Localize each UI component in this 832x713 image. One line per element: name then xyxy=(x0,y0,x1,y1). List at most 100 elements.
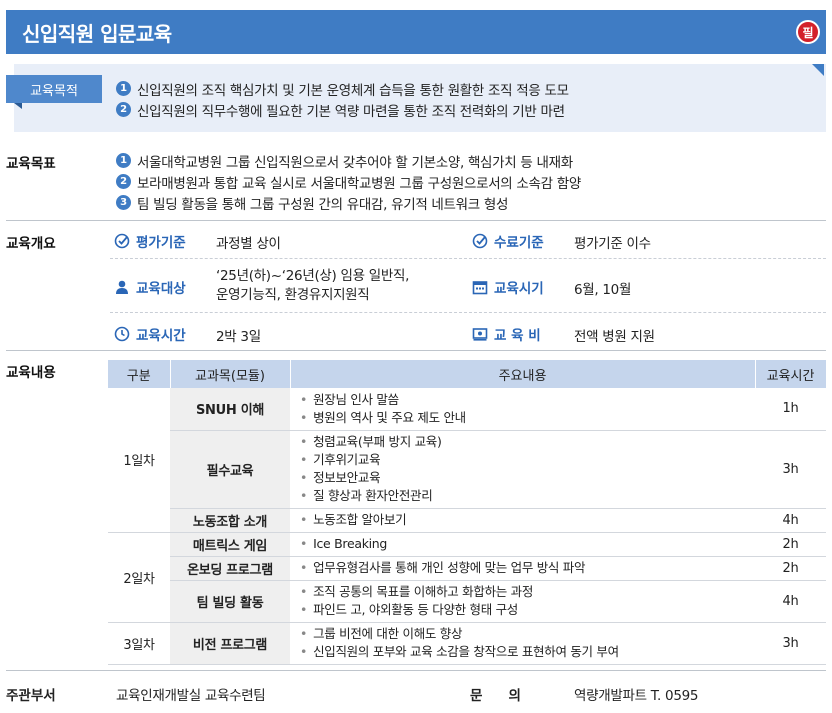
period-value: 6월, 10월 xyxy=(574,282,632,298)
purpose-item: 1 신입직원의 조직 핵심가치 및 기본 운영체계 습득을 통한 원활한 조직 적… xyxy=(116,78,569,99)
target-key-text: 교육대상 xyxy=(136,281,186,297)
day-cell: 2일차 xyxy=(108,532,170,623)
duration-key-text: 교육시간 xyxy=(136,328,186,344)
cost-key: 교 육 비 xyxy=(472,324,541,344)
content-item: 청렴교육(부패 방지 교육) xyxy=(300,433,755,451)
table-row: 필수교육 청렴교육(부패 방지 교육) 기후위기교육 정보보안교육 질 향상과 … xyxy=(108,430,826,509)
duration-key: 교육시간 xyxy=(114,324,186,344)
overview-label: 교육개요 xyxy=(6,236,56,252)
eval-criteria-value: 과정별 상이 xyxy=(216,236,281,252)
content-item: Ice Breaking xyxy=(300,535,755,553)
period-key-text: 교육시기 xyxy=(494,281,544,297)
page-header: 신입직원 입문교육 필 xyxy=(6,10,826,54)
module-cell: 필수교육 xyxy=(170,430,290,509)
purpose-item: 2 신입직원의 직무수행에 필요한 기본 역량 마련을 통한 조직 전력화의 기반… xyxy=(116,99,569,120)
goals-label: 교육목표 xyxy=(6,156,56,172)
content-item: 노동조합 알아보기 xyxy=(300,511,755,529)
hours-cell: 2h xyxy=(755,556,826,581)
purpose-label: 교육목적 xyxy=(6,75,102,103)
inquiry-label: 문 의 xyxy=(470,688,521,704)
content-cell: Ice Breaking xyxy=(290,532,755,557)
dept-label: 주관부서 xyxy=(6,688,56,704)
target-key: 교육대상 xyxy=(114,277,186,297)
money-icon xyxy=(472,328,488,341)
calendar-icon xyxy=(472,281,488,295)
target-check-icon xyxy=(472,233,488,249)
goal-text: 보라매병원과 통합 교육 실시로 서울대학교병원 그룹 구성원으로서의 소속감 … xyxy=(137,175,582,192)
goal-text: 팀 빌딩 활동을 통해 그룹 구성원 간의 유대감, 유기적 네트워크 형성 xyxy=(137,196,509,213)
required-badge: 필 xyxy=(796,20,820,44)
content-cell: 그룹 비전에 대한 이해도 향상 신입직원의 포부와 교육 소감을 창작으로 표… xyxy=(290,622,755,665)
number-badge: 3 xyxy=(116,195,131,210)
cost-key-text: 교 육 비 xyxy=(494,328,541,344)
day-cell: 1일차 xyxy=(108,388,170,533)
number-badge: 2 xyxy=(116,102,131,117)
target-value: ‘25년(하)~‘26년(상) 임용 일반직, 운영기능직, 환경유지지원직 xyxy=(216,267,409,305)
page-title: 신입직원 입문교육 xyxy=(22,22,172,46)
content-label: 교육내용 xyxy=(6,365,56,381)
number-badge: 2 xyxy=(116,174,131,189)
content-item: 병원의 역사 및 주요 제도 안내 xyxy=(300,409,755,427)
hours-cell: 1h xyxy=(755,388,826,431)
goal-item: 3 팀 빌딩 활동을 통해 그룹 구성원 간의 유대감, 유기적 네트워크 형성 xyxy=(116,192,581,213)
duration-value: 2박 3일 xyxy=(216,329,261,345)
content-cell: 조직 공통의 목표를 이해하고 화합하는 과정 파인드 고, 야외활동 등 다양… xyxy=(290,580,755,623)
purpose-text: 신입직원의 직무수행에 필요한 기본 역량 마련을 통한 조직 전력화의 기반 … xyxy=(137,103,565,120)
table-row: 3일차 비전 프로그램 그룹 비전에 대한 이해도 향상 신입직원의 포부와 교… xyxy=(108,622,826,665)
inquiry-value: 역량개발파트 T. 0595 xyxy=(574,688,699,704)
completion-criteria-key: 수료기준 xyxy=(472,231,544,251)
complete-key-text: 수료기준 xyxy=(494,235,544,251)
hours-cell: 4h xyxy=(755,580,826,623)
divider xyxy=(6,220,826,221)
divider xyxy=(6,350,826,351)
col-header-module: 교과목(모듈) xyxy=(170,360,291,388)
purpose-text: 신입직원의 조직 핵심가치 및 기본 운영체계 습득을 통한 원활한 조직 적응… xyxy=(137,82,569,99)
table-header-row: 구분 교과목(모듈) 주요내용 교육시간 xyxy=(108,360,827,388)
eval-key-text: 평가기준 xyxy=(136,235,186,251)
target-value-line: 운영기능직, 환경유지지원직 xyxy=(216,287,370,303)
clock-icon xyxy=(114,326,130,342)
hours-cell: 3h xyxy=(755,430,826,509)
content-item: 조직 공통의 목표를 이해하고 화합하는 과정 xyxy=(300,583,755,601)
table-row: 2일차 매트릭스 게임 Ice Breaking 2h xyxy=(108,532,826,623)
module-cell: 온보딩 프로그램 xyxy=(170,556,290,581)
content-cell: 청렴교육(부패 방지 교육) 기후위기교육 정보보안교육 질 향상과 환자안전관… xyxy=(290,430,755,509)
content-item: 질 향상과 환자안전관리 xyxy=(300,487,755,505)
corner-triangle xyxy=(812,64,824,76)
person-icon xyxy=(116,280,128,294)
dept-value: 교육인재개발실 교육수련팀 xyxy=(116,688,266,704)
col-header-content: 주요내용 xyxy=(290,360,756,388)
goals-list: 1 서울대학교병원 그룹 신입직원으로서 갖추어야 할 기본소양, 핵심가치 등 … xyxy=(116,150,581,213)
hours-cell: 2h xyxy=(755,532,826,557)
hours-cell: 4h xyxy=(755,508,826,533)
content-item: 파인드 고, 야외활동 등 다양한 형태 구성 xyxy=(300,601,755,619)
goal-text: 서울대학교병원 그룹 신입직원으로서 갖추어야 할 기본소양, 핵심가치 등 내… xyxy=(137,154,573,171)
label-fold xyxy=(14,103,22,109)
module-cell: 팀 빌딩 활동 xyxy=(170,580,290,623)
content-item: 정보보안교육 xyxy=(300,469,755,487)
content-cell: 업무유형검사를 통해 개인 성향에 맞는 업무 방식 파악 xyxy=(290,556,755,581)
period-key: 교육시기 xyxy=(472,277,544,297)
content-item: 원장님 인사 말씀 xyxy=(300,391,755,409)
table-row: 팀 빌딩 활동 조직 공통의 목표를 이해하고 화합하는 과정 파인드 고, 야… xyxy=(108,580,826,623)
module-cell: 매트릭스 게임 xyxy=(170,532,290,557)
purpose-list: 1 신입직원의 조직 핵심가치 및 기본 운영체계 습득을 통한 원활한 조직 적… xyxy=(116,78,569,120)
hours-cell: 3h xyxy=(755,622,826,665)
table-row: 온보딩 프로그램 업무유형검사를 통해 개인 성향에 맞는 업무 방식 파악 2… xyxy=(108,556,826,581)
module-cell: 노동조합 소개 xyxy=(170,508,290,533)
col-header-day: 구분 xyxy=(108,360,171,388)
divider xyxy=(6,670,826,671)
target-check-icon xyxy=(114,233,130,249)
module-cell: SNUH 이해 xyxy=(170,388,290,431)
content-item: 신입직원의 포부와 교육 소감을 창작으로 표현하여 동기 부여 xyxy=(300,643,755,661)
goal-item: 1 서울대학교병원 그룹 신입직원으로서 갖추어야 할 기본소양, 핵심가치 등 … xyxy=(116,150,581,171)
day-cell: 3일차 xyxy=(108,622,170,665)
completion-criteria-value: 평가기준 이수 xyxy=(574,236,651,252)
number-badge: 1 xyxy=(116,153,131,168)
cost-value: 전액 병원 지원 xyxy=(574,329,655,345)
content-item: 그룹 비전에 대한 이해도 향상 xyxy=(300,625,755,643)
module-cell: 비전 프로그램 xyxy=(170,622,290,665)
eval-criteria-key: 평가기준 xyxy=(114,231,186,251)
content-item: 업무유형검사를 통해 개인 성향에 맞는 업무 방식 파악 xyxy=(300,559,755,577)
table-row: 1일차 SNUH 이해 원장님 인사 말씀 병원의 역사 및 주요 제도 안내 … xyxy=(108,388,826,533)
